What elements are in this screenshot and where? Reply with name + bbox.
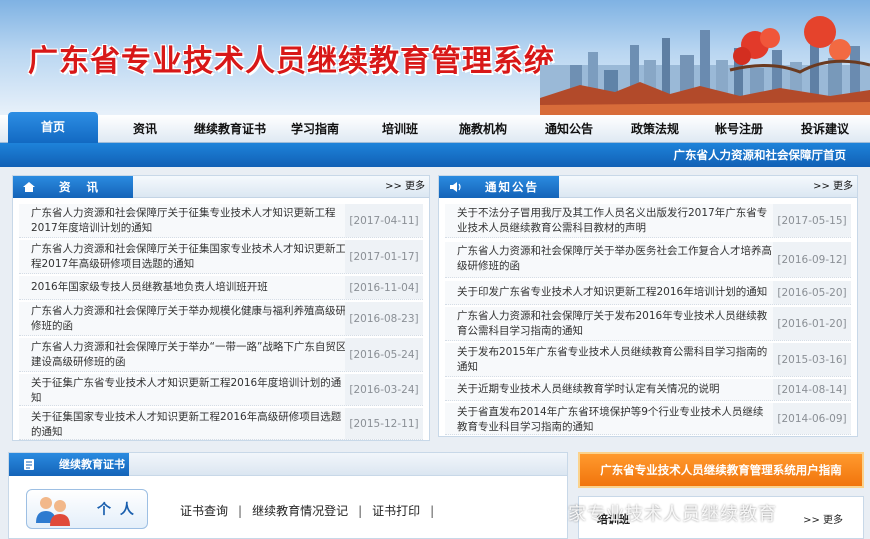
- notice-row-title[interactable]: 关于不法分子冒用我厅及其工作人员名义出版发行2017年广东省专业技术人员继续教育…: [457, 206, 773, 236]
- news-row-date: [2017-01-17]: [345, 240, 423, 273]
- user-guide-button[interactable]: 广东省专业技术人员继续教育管理系统用户指南: [578, 452, 864, 488]
- personal-button-label: 个 人: [97, 502, 136, 518]
- nav-item-register[interactable]: 帐号注册: [706, 115, 772, 143]
- separator: |: [238, 504, 243, 518]
- cert-panel-header: 继续教育证书: [8, 452, 568, 476]
- city-skyline-image: [540, 16, 870, 115]
- nav-item-institutions[interactable]: 施教机构: [450, 115, 516, 143]
- news-row[interactable]: 关于征集国家专业技术人才知识更新工程2016年高级研修项目选题的通知 [2015-…: [19, 408, 423, 440]
- sub-bar: 广东省人力资源和社会保障厅首页: [0, 143, 870, 167]
- news-row[interactable]: 广东省人力资源和社会保障厅关于征集专业技术人才知识更新工程2017年度培训计划的…: [19, 204, 423, 238]
- notice-row-date: [2016-01-20]: [773, 307, 851, 340]
- notice-row[interactable]: 关于印发广东省专业技术人才知识更新工程2016年培训计划的通知 [2016-05-…: [445, 281, 851, 305]
- cert-links: 证书查询 | 继续教育情况登记 | 证书打印 |: [180, 502, 444, 518]
- notice-more-link[interactable]: >> 更多: [813, 176, 853, 198]
- notice-row-date: [2015-03-16]: [773, 343, 851, 376]
- main-nav: 首页 资讯 继续教育证书 学习指南 培训班 施教机构 通知公告 政策法规 帐号注…: [0, 112, 870, 143]
- nav-item-complaints[interactable]: 投诉建议: [792, 115, 858, 143]
- nav-item-study-guide[interactable]: 学习指南: [282, 115, 348, 143]
- notice-panel-title: 通知公告: [485, 180, 539, 194]
- header-banner: 广东省专业技术人员继续教育管理系统: [0, 0, 870, 115]
- news-row-title[interactable]: 广东省人力资源和社会保障厅关于征集国家专业技术人才知识更新工程2017年高级研修…: [31, 242, 347, 272]
- training-panel: 培训班 >> 更多: [578, 496, 864, 539]
- notice-row-date: [2016-05-20]: [773, 281, 851, 304]
- notice-row-date: [2014-06-09]: [773, 403, 851, 434]
- separator: |: [358, 504, 363, 518]
- notice-row[interactable]: 关于发布2015年广东省专业技术人员继续教育公需科目学习指南的通知 [2015-0…: [445, 343, 851, 377]
- cert-tab: 继续教育证书: [9, 453, 129, 476]
- news-row-title[interactable]: 关于征集国家专业技术人才知识更新工程2016年高级研修项目选题的通知: [31, 410, 347, 440]
- news-panel: 资 讯 >> 更多 广东省人力资源和社会保障厅关于征集专业技术人才知识更新工程2…: [12, 175, 430, 441]
- personal-button[interactable]: 个 人: [26, 489, 148, 529]
- notice-row-title[interactable]: 关于印发广东省专业技术人才知识更新工程2016年培训计划的通知: [457, 281, 773, 304]
- home-icon: [23, 182, 35, 192]
- news-row-title[interactable]: 广东省人力资源和社会保障厅关于举办“一带一路”战略下广东自贸区建设高级研修班的函: [31, 340, 347, 370]
- news-panel-title: 资 讯: [59, 180, 105, 194]
- training-panel-title: 培训班: [597, 513, 630, 526]
- news-row-title[interactable]: 广东省人力资源和社会保障厅关于征集专业技术人才知识更新工程2017年度培训计划的…: [31, 206, 347, 236]
- notice-row-date: [2017-05-15]: [773, 204, 851, 237]
- notice-tab: 通知公告: [439, 176, 559, 198]
- notice-row[interactable]: 关于省直发布2014年广东省环境保护等9个行业专业技术人员继续教育专业科目学习指…: [445, 403, 851, 435]
- news-row-date: [2016-05-24]: [345, 338, 423, 371]
- notice-row-title[interactable]: 广东省人力资源和社会保障厅关于发布2016年专业技术人员继续教育公需科目学习指南…: [457, 309, 773, 339]
- news-panel-header: 资 讯 >> 更多: [13, 176, 429, 198]
- training-more-link[interactable]: >> 更多: [803, 511, 843, 526]
- nav-item-home[interactable]: 首页: [8, 112, 98, 143]
- news-row[interactable]: 2016年国家级专技人员继教基地负责人培训班开班 [2016-11-04]: [19, 276, 423, 300]
- news-row-title[interactable]: 广东省人力资源和社会保障厅关于举办规模化健康与福利养殖高级研修班的函: [31, 304, 347, 334]
- notice-row-title[interactable]: 关于发布2015年广东省专业技术人员继续教育公需科目学习指南的通知: [457, 345, 773, 375]
- news-row-date: [2016-03-24]: [345, 374, 423, 405]
- cert-print-link[interactable]: 证书打印: [372, 504, 420, 518]
- cert-panel-title: 继续教育证书: [59, 458, 125, 471]
- cert-query-link[interactable]: 证书查询: [180, 504, 228, 518]
- user-guide-label: 广东省专业技术人员继续教育管理系统用户指南: [600, 463, 842, 477]
- news-row[interactable]: 广东省人力资源和社会保障厅关于举办规模化健康与福利养殖高级研修班的函 [2016-…: [19, 302, 423, 336]
- users-icon: [36, 497, 70, 526]
- nav-item-policies[interactable]: 政策法规: [622, 115, 688, 143]
- notice-row-title[interactable]: 广东省人力资源和社会保障厅关于举办医务社会工作复合人才培养高级研修班的函: [457, 244, 773, 274]
- notice-row[interactable]: 广东省人力资源和社会保障厅关于发布2016年专业技术人员继续教育公需科目学习指南…: [445, 307, 851, 341]
- notice-row[interactable]: 关于近期专业技术人员继续教育学时认定有关情况的说明 [2014-08-14]: [445, 379, 851, 401]
- cert-registration-link[interactable]: 继续教育情况登记: [252, 504, 348, 518]
- notice-row[interactable]: 广东省人力资源和社会保障厅关于举办医务社会工作复合人才培养高级研修班的函 [201…: [445, 242, 851, 278]
- news-row-date: [2015-12-11]: [345, 408, 423, 439]
- notice-row[interactable]: 关于不法分子冒用我厅及其工作人员名义出版发行2017年广东省专业技术人员继续教育…: [445, 204, 851, 238]
- notice-row-title[interactable]: 关于近期专业技术人员继续教育学时认定有关情况的说明: [457, 379, 773, 400]
- news-more-link[interactable]: >> 更多: [385, 176, 425, 198]
- notice-panel-header: 通知公告 >> 更多: [439, 176, 857, 198]
- hr-dept-home-link[interactable]: 广东省人力资源和社会保障厅首页: [674, 143, 847, 167]
- news-row-date: [2017-04-11]: [345, 204, 423, 237]
- notice-row-date: [2014-08-14]: [773, 379, 851, 400]
- news-tab: 资 讯: [13, 176, 133, 198]
- document-icon: [24, 459, 34, 470]
- notice-row-date: [2016-09-12]: [773, 242, 851, 277]
- notice-panel: 通知公告 >> 更多 关于不法分子冒用我厅及其工作人员名义出版发行2017年广东…: [438, 175, 858, 437]
- news-row[interactable]: 广东省人力资源和社会保障厅关于举办“一带一路”战略下广东自贸区建设高级研修班的函…: [19, 338, 423, 372]
- news-row-title[interactable]: 关于征集广东省专业技术人才知识更新工程2016年度培训计划的通知: [31, 376, 347, 406]
- nav-item-certificate[interactable]: 继续教育证书: [185, 115, 275, 143]
- nav-item-news[interactable]: 资讯: [115, 115, 175, 143]
- news-row-date: [2016-11-04]: [345, 276, 423, 299]
- nav-item-training[interactable]: 培训班: [370, 115, 430, 143]
- news-row-title[interactable]: 2016年国家级专技人员继教基地负责人培训班开班: [31, 276, 347, 299]
- speaker-icon: [450, 182, 461, 192]
- news-row[interactable]: 广东省人力资源和社会保障厅关于征集国家专业技术人才知识更新工程2017年高级研修…: [19, 240, 423, 274]
- notice-row-title[interactable]: 关于省直发布2014年广东省环境保护等9个行业专业技术人员继续教育专业科目学习指…: [457, 405, 773, 435]
- separator: |: [430, 504, 435, 518]
- news-row-date: [2016-08-23]: [345, 302, 423, 335]
- news-row[interactable]: 关于征集广东省专业技术人才知识更新工程2016年度培训计划的通知 [2016-03…: [19, 374, 423, 406]
- site-title: 广东省专业技术人员继续教育管理系统: [28, 44, 555, 79]
- nav-item-notices[interactable]: 通知公告: [536, 115, 602, 143]
